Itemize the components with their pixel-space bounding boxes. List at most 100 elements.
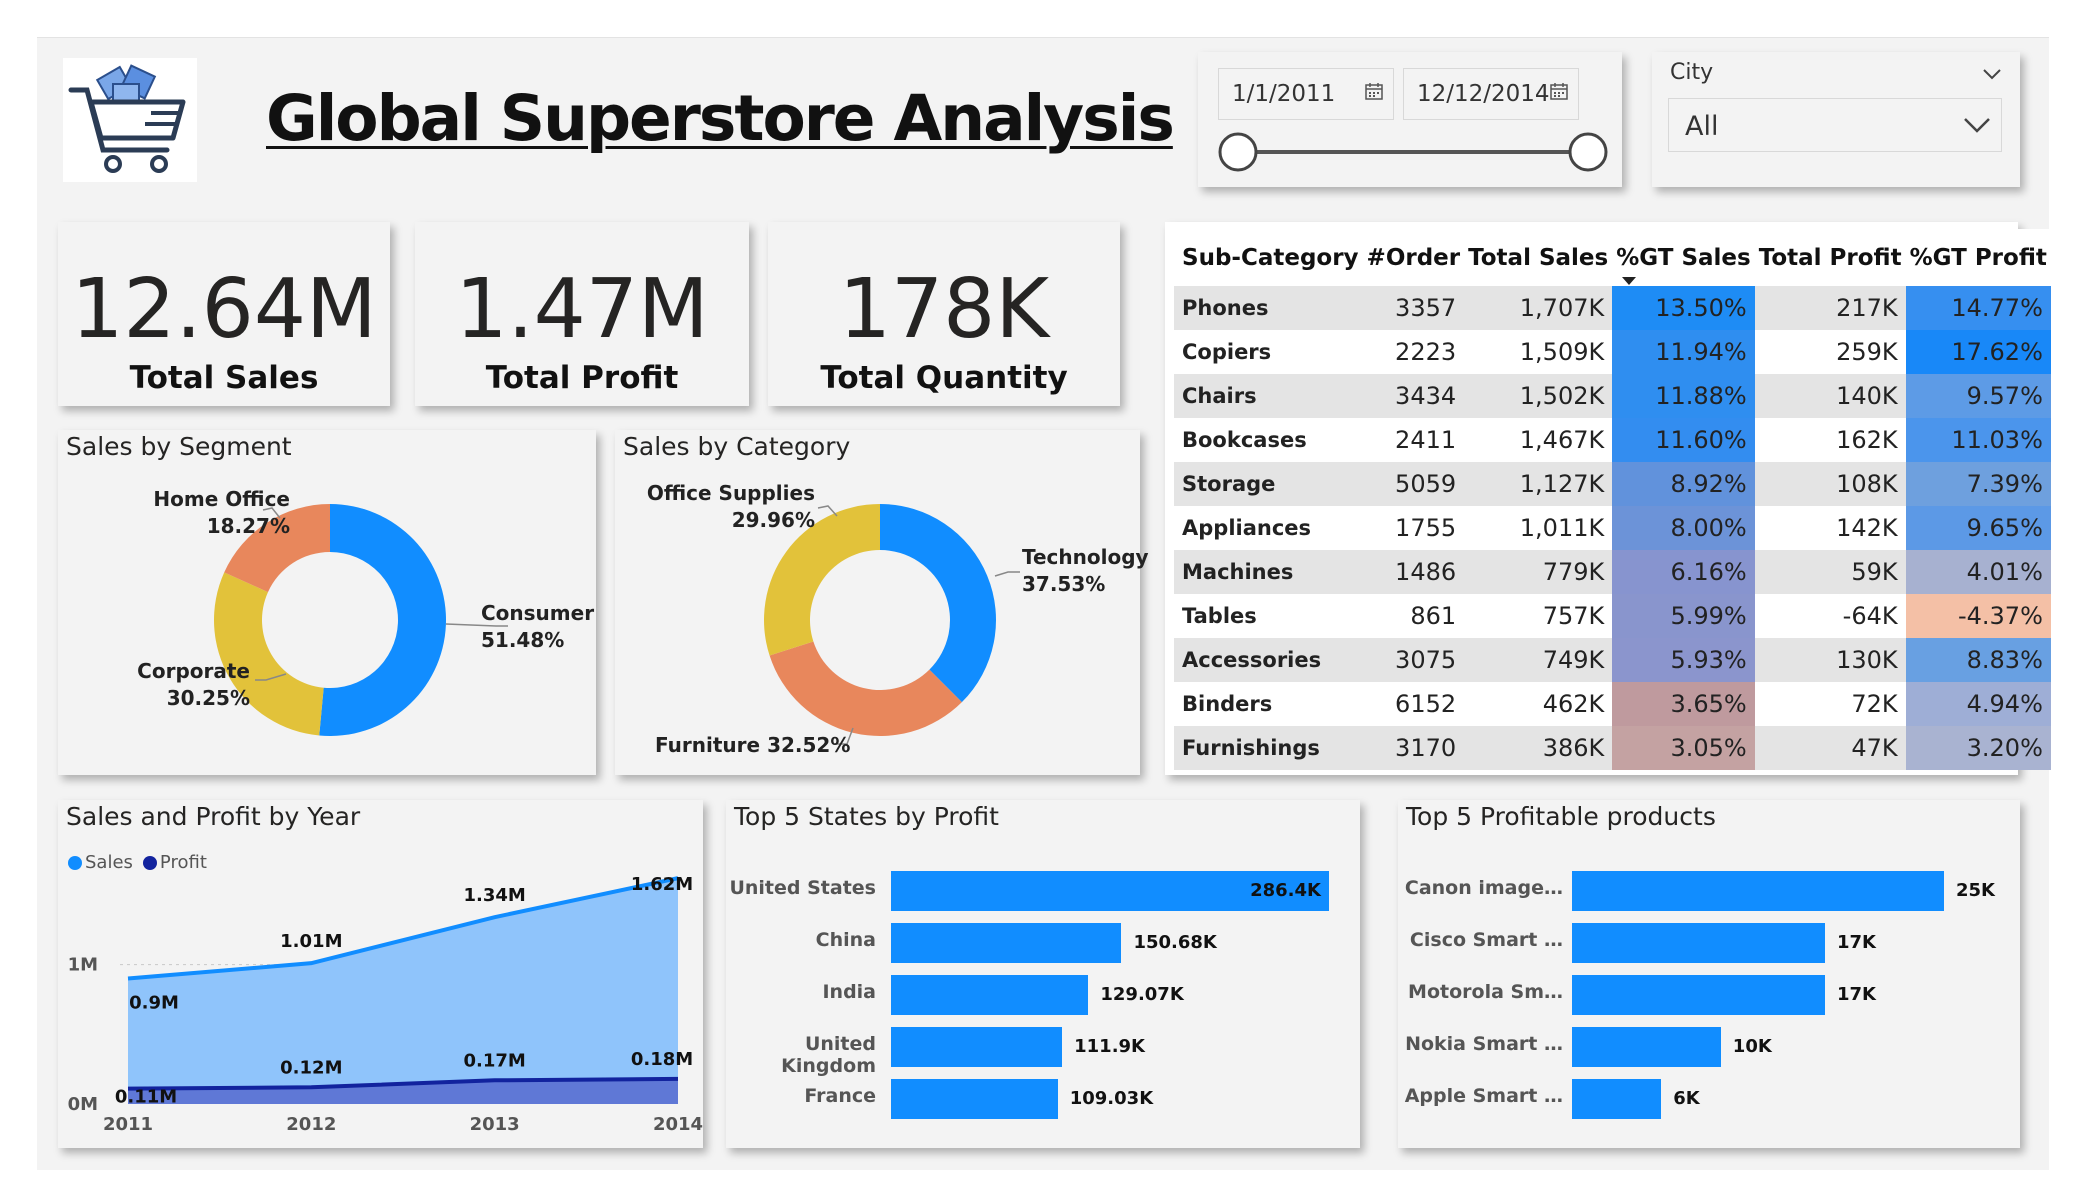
bar-category-label: France (804, 1085, 876, 1107)
bar-category-label: Nokia Smart … (1405, 1033, 1563, 1055)
bar[interactable] (1572, 923, 1825, 963)
chevron-down-icon[interactable] (1963, 117, 1991, 133)
column-header-subcategory[interactable]: Sub-Category (1174, 229, 1363, 286)
bar[interactable] (891, 1027, 1063, 1067)
cell-orders: 2411 (1362, 418, 1465, 462)
cell-total-profit: 142K (1754, 506, 1906, 550)
kpi-total-sales: 12.64M Total Sales (58, 222, 390, 406)
column-header-gt-profit[interactable]: %GT Profit (1905, 229, 2051, 286)
cell-subcategory: Furnishings (1174, 726, 1363, 770)
segment-label-corporate: Corporate 30.25% (137, 659, 250, 710)
bar-data-label: 286.4K (1250, 880, 1321, 901)
bar[interactable] (1572, 1079, 1662, 1119)
table-row[interactable]: Furnishings 3170 386K 3.05% 47K 3.20% (1174, 726, 2051, 770)
table-row[interactable]: Machines 1486 779K 6.16% 59K 4.01% (1174, 550, 2051, 594)
cell-total-profit: 108K (1754, 462, 1906, 506)
calendar-icon[interactable] (1365, 82, 1383, 100)
cell-gt-sales: 5.99% (1612, 594, 1755, 638)
x-tick-label: 2011 (103, 1114, 153, 1135)
cell-orders: 3075 (1362, 638, 1465, 682)
bar[interactable] (1572, 975, 1825, 1015)
bar[interactable] (1572, 1027, 1721, 1067)
bar-category-label: Motorola Sm… (1408, 981, 1563, 1003)
sort-descending-icon[interactable] (1622, 277, 1637, 286)
cell-subcategory: Binders (1174, 682, 1363, 726)
table-row[interactable]: Chairs 3434 1,502K 11.88% 140K 9.57% (1174, 374, 2051, 418)
table-row[interactable]: Accessories 3075 749K 5.93% 130K 8.83% (1174, 638, 2051, 682)
cell-gt-profit: 4.01% (1905, 550, 2051, 594)
sales-data-label: 1.62M (631, 874, 693, 895)
segment-label-consumer: Consumer 51.48% (481, 601, 595, 652)
cell-orders: 3170 (1362, 726, 1465, 770)
bar[interactable] (891, 923, 1122, 963)
category-slice-furniture[interactable] (769, 641, 962, 736)
table-row[interactable]: Appliances 1755 1,011K 8.00% 142K 9.65% (1174, 506, 2051, 550)
column-header-total-profit[interactable]: Total Profit (1754, 229, 1906, 286)
cell-gt-sales: 11.88% (1612, 374, 1755, 418)
profit-data-label: 0.17M (464, 1050, 526, 1071)
sales-area[interactable] (128, 878, 678, 1104)
start-date-field[interactable]: 1/1/2011 (1218, 68, 1394, 120)
segment-chart-card: Sales by Segment Home Office 18.27% Consu… (58, 430, 596, 775)
bar[interactable] (1572, 871, 1944, 911)
cell-orders: 1755 (1362, 506, 1465, 550)
cell-gt-profit: 3.20% (1905, 726, 2051, 770)
column-header-total-sales[interactable]: Total Sales (1464, 229, 1613, 286)
cell-gt-profit: 9.65% (1905, 506, 2051, 550)
x-tick-label: 2012 (286, 1114, 336, 1135)
cell-total-profit: 259K (1754, 330, 1906, 374)
bar-category-label: United Kingdom (781, 1033, 876, 1077)
kpi-total-profit: 1.47M Total Profit (415, 222, 749, 406)
x-tick-label: 2014 (653, 1114, 703, 1135)
cell-gt-sales: 8.92% (1612, 462, 1755, 506)
table-row[interactable]: Phones 3357 1,707K 13.50% 217K 14.77% (1174, 286, 2051, 330)
cell-total-profit: 47K (1754, 726, 1906, 770)
cell-subcategory: Tables (1174, 594, 1363, 638)
city-label: City (1670, 60, 1714, 85)
category-slice-technology[interactable] (880, 504, 996, 703)
cell-subcategory: Copiers (1174, 330, 1363, 374)
table-row[interactable]: Storage 5059 1,127K 8.92% 108K 7.39% (1174, 462, 2051, 506)
bar[interactable] (891, 1079, 1058, 1119)
table-row[interactable]: Bookcases 2411 1,467K 11.60% 162K 11.03% (1174, 418, 2051, 462)
cell-total-profit: 59K (1754, 550, 1906, 594)
cell-total-sales: 1,011K (1464, 506, 1613, 550)
bar-category-label: Canon image… (1404, 877, 1563, 899)
chart-title: Top 5 Profitable products (1406, 802, 1716, 831)
sales-data-label: 1.34M (464, 885, 526, 906)
table-row[interactable]: Binders 6152 462K 3.65% 72K 4.94% (1174, 682, 2051, 726)
cell-gt-sales: 6.16% (1612, 550, 1755, 594)
cell-gt-sales: 13.50% (1612, 286, 1755, 330)
cell-total-profit: 140K (1754, 374, 1906, 418)
cell-subcategory: Accessories (1174, 638, 1363, 682)
column-header-orders[interactable]: #Order (1362, 229, 1465, 286)
cell-orders: 861 (1362, 594, 1465, 638)
table-row[interactable]: Tables 861 757K 5.99% -64K -4.37% (1174, 594, 2051, 638)
calendar-icon[interactable] (1550, 82, 1568, 100)
cell-total-profit: 217K (1754, 286, 1906, 330)
sales-data-label: 1.01M (280, 931, 342, 952)
cell-gt-sales: 3.65% (1612, 682, 1755, 726)
chevron-down-icon[interactable] (1982, 68, 2002, 80)
y-tick-label: 1M (68, 955, 98, 976)
segment-label-home-office: Home Office 18.27% (153, 487, 290, 538)
bar-data-label: 109.03K (1069, 1088, 1154, 1109)
end-date-field[interactable]: 12/12/2014 (1403, 68, 1579, 120)
city-dropdown[interactable]: All (1668, 98, 2002, 152)
segment-slice-consumer[interactable] (319, 504, 447, 736)
bar-data-label: 10K (1732, 1036, 1772, 1057)
column-header-gt-sales[interactable]: %GT Sales (1612, 229, 1755, 286)
cell-gt-profit: 4.94% (1905, 682, 2051, 726)
bar[interactable] (891, 975, 1089, 1015)
slider-start-handle[interactable] (1218, 132, 1258, 172)
cell-total-profit: 72K (1754, 682, 1906, 726)
chart-title: Top 5 States by Profit (734, 802, 999, 831)
category-chart-card: Sales by Category Office Supplies 29.96% … (615, 430, 1149, 775)
bar-data-label: 129.07K (1100, 984, 1184, 1005)
states-chart-card: Top 5 States by Profit United States 286.… (726, 800, 1360, 1148)
date-range-slider[interactable] (1216, 128, 1614, 178)
slider-end-handle[interactable] (1568, 132, 1608, 172)
table-row[interactable]: Copiers 2223 1,509K 11.94% 259K 17.62% (1174, 330, 2051, 374)
sales-profit-area-chart[interactable]: 0M 1M 0.9M 1.01M 1.34M 1.62M 0.11M 0.12M 0.17M 0.… (58, 800, 703, 1148)
x-tick-label: 2013 (470, 1114, 520, 1135)
